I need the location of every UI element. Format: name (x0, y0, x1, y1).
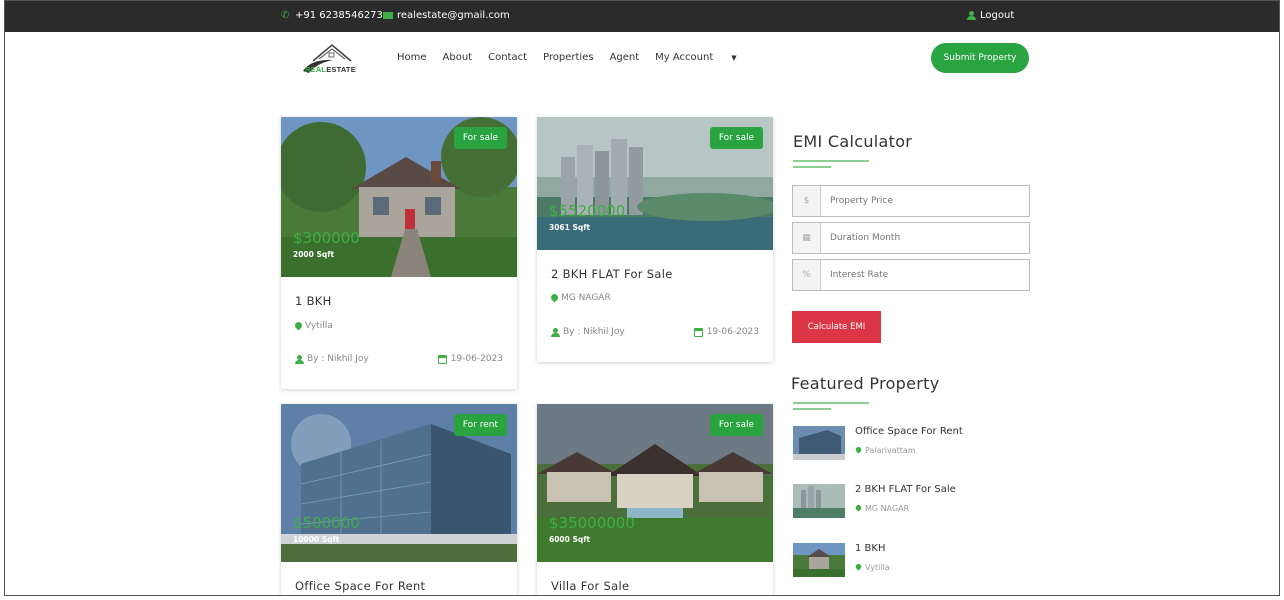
featured-property-title: Featured Property (791, 374, 940, 393)
map-pin-icon (856, 447, 862, 454)
featured-thumbnail[interactable] (793, 543, 845, 577)
user-icon (295, 354, 304, 364)
phone-contact[interactable]: ✆ +91 6238546273 (281, 10, 383, 21)
property-date: 19-06-2023 (693, 327, 759, 337)
calendar-icon: ▦ (793, 223, 821, 253)
property-location: Vytilla (295, 321, 333, 331)
interest-rate-input[interactable] (821, 260, 1029, 290)
title-underline (793, 402, 869, 404)
calendar-icon (693, 327, 703, 337)
property-price: $500000 (293, 514, 360, 532)
property-price: $300000 (293, 229, 360, 247)
user-icon (967, 11, 976, 20)
status-badge: For sale (709, 127, 763, 149)
user-icon (551, 327, 560, 337)
property-title[interactable]: Villa For Sale (551, 579, 629, 593)
property-area: 10000 Sqft (293, 535, 340, 544)
featured-location: Palarivattam (855, 446, 916, 455)
towers-thumb (793, 484, 845, 518)
site-logo[interactable]: REALESTATE (299, 41, 365, 77)
status-badge: For sale (453, 127, 507, 149)
nav-about[interactable]: About (443, 52, 473, 63)
mail-icon (383, 12, 393, 19)
nav-agent[interactable]: Agent (610, 52, 640, 63)
property-agent[interactable]: By : Nikhil Joy (295, 354, 369, 364)
property-agent[interactable]: By : Nikhil Joy (551, 327, 625, 337)
property-date: 19-06-2023 (437, 354, 503, 364)
caret-down-icon: ▼ (731, 53, 737, 62)
logout-label: Logout (980, 10, 1015, 21)
submit-property-button[interactable]: Submit Property (931, 43, 1029, 73)
property-card[interactable]: For sale $300000 2000 Sqft 1 BKH Vytilla… (281, 117, 517, 389)
property-price: $5520000 (549, 202, 626, 220)
main-nav: Home About Contact Properties Agent My A… (397, 52, 769, 63)
logout-link[interactable]: Logout (967, 10, 1014, 21)
featured-thumbnail[interactable] (793, 484, 845, 518)
featured-thumbnail[interactable] (793, 426, 845, 460)
page-frame: ✆ +91 6238546273 realestate@gmail.com Lo… (4, 0, 1280, 596)
property-price: $35000000 (549, 514, 635, 532)
featured-location: Vytilla (855, 563, 890, 572)
property-location: MG NAGAR (551, 293, 611, 303)
interest-rate-field[interactable]: % (792, 259, 1030, 291)
phone-icon: ✆ (281, 9, 290, 21)
phone-number: +91 6238546273 (295, 10, 383, 21)
status-badge: For sale (709, 414, 763, 436)
featured-location: MG NAGAR (855, 504, 909, 513)
map-pin-icon (551, 294, 558, 303)
property-card[interactable]: For rent $500000 10000 Sqft Office Space… (281, 404, 517, 595)
calculate-emi-button[interactable]: Calculate EMI (792, 311, 881, 343)
email-address: realestate@gmail.com (397, 10, 510, 21)
nav-my-account[interactable]: My Account ▼ (655, 52, 753, 63)
featured-item[interactable]: 2 BKH FLAT For Sale MG NAGAR (793, 484, 1033, 524)
property-title[interactable]: 1 BKH (295, 294, 332, 308)
featured-name[interactable]: 2 BKH FLAT For Sale (855, 484, 956, 495)
top-bar: ✆ +91 6238546273 realestate@gmail.com Lo… (5, 1, 1279, 32)
featured-name[interactable]: 1 BKH (855, 543, 885, 554)
status-badge: For rent (453, 414, 507, 436)
office-thumb (793, 426, 845, 460)
property-card[interactable]: For sale $5520000 3061 Sqft 2 BKH FLAT F… (537, 117, 773, 362)
property-title[interactable]: Office Space For Rent (295, 579, 425, 593)
email-contact[interactable]: realestate@gmail.com (383, 10, 510, 21)
nav-properties[interactable]: Properties (543, 52, 594, 63)
featured-name[interactable]: Office Space For Rent (855, 426, 963, 437)
map-pin-icon (856, 505, 862, 512)
property-area: 2000 Sqft (293, 250, 335, 259)
title-underline (793, 408, 831, 410)
house-thumb (793, 543, 845, 577)
featured-item[interactable]: 1 BKH Vytilla (793, 543, 1033, 583)
property-price-input[interactable] (821, 186, 1029, 216)
percent-icon: % (793, 260, 821, 290)
title-underline (793, 166, 831, 168)
property-card[interactable]: For sale $35000000 6000 Sqft Villa For S… (537, 404, 773, 595)
property-area: 3061 Sqft (549, 223, 591, 232)
duration-month-input[interactable] (821, 223, 1029, 253)
duration-month-field[interactable]: ▦ (792, 222, 1030, 254)
property-title[interactable]: 2 BKH FLAT For Sale (551, 267, 673, 281)
property-price-field[interactable]: $ (792, 185, 1030, 217)
nav-home[interactable]: Home (397, 52, 427, 63)
logo-text: REALESTATE (305, 65, 356, 74)
emi-calculator-title: EMI Calculator (793, 132, 913, 151)
nav-contact[interactable]: Contact (488, 52, 527, 63)
property-area: 6000 Sqft (549, 535, 591, 544)
dollar-icon: $ (793, 186, 821, 216)
nav-my-account-label: My Account (655, 52, 714, 63)
map-pin-icon (856, 564, 862, 571)
calendar-icon (437, 354, 447, 364)
map-pin-icon (295, 322, 302, 331)
title-underline (793, 160, 869, 162)
featured-item[interactable]: Office Space For Rent Palarivattam (793, 426, 1033, 466)
